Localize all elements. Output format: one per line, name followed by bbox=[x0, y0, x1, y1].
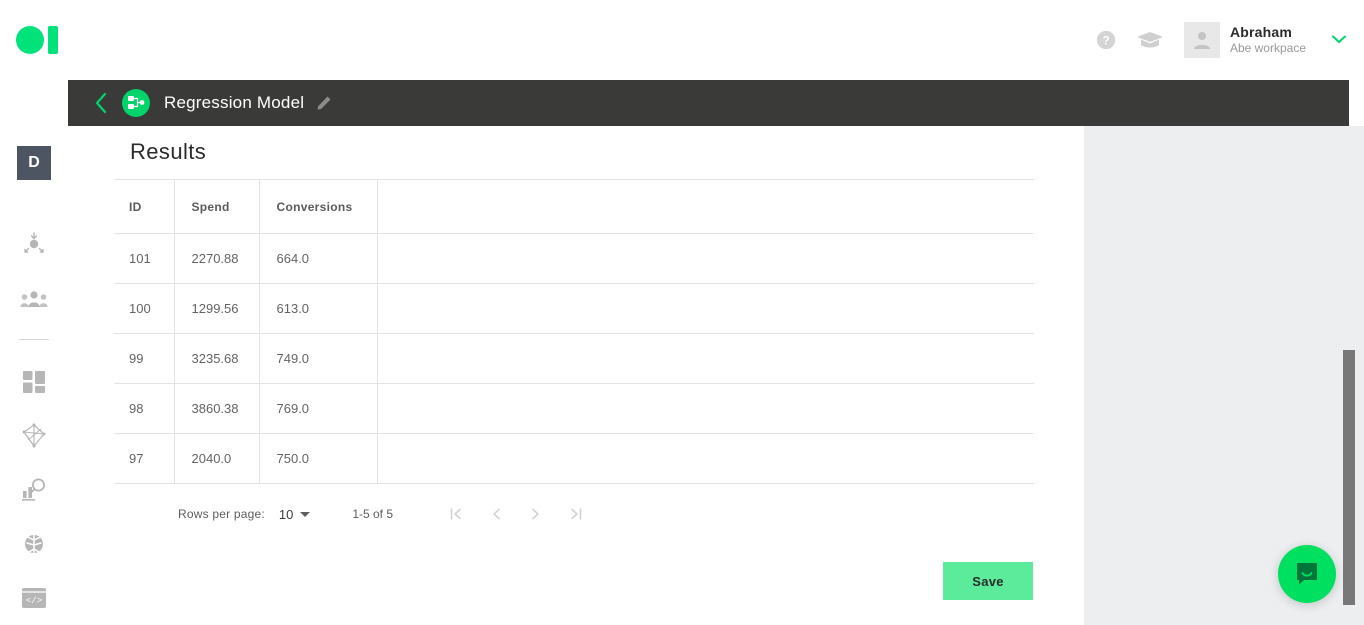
sidebar-item-ai-models[interactable] bbox=[15, 527, 53, 565]
cell-spend: 2040.0 bbox=[174, 433, 260, 484]
first-page-icon[interactable] bbox=[443, 501, 469, 527]
help-circle-icon[interactable]: ? bbox=[1084, 18, 1128, 62]
pagination-range: 1-5 of 5 bbox=[352, 507, 394, 521]
column-header-empty bbox=[377, 179, 1034, 234]
intercom-chat-icon[interactable] bbox=[1278, 545, 1336, 603]
cell-empty bbox=[377, 283, 1034, 334]
rows-per-page-select[interactable]: 10 bbox=[278, 506, 311, 522]
flow-diagram-icon bbox=[122, 89, 150, 117]
table-row[interactable]: 99 3235.68 749.0 bbox=[114, 333, 1034, 384]
cell-conversions: 664.0 bbox=[259, 233, 378, 284]
data-source-import-icon bbox=[21, 231, 47, 263]
main-content: Results ID Spend Conversions 101 2270.88… bbox=[68, 126, 1084, 625]
cell-conversions: 769.0 bbox=[259, 383, 378, 434]
logo-circle bbox=[16, 26, 44, 54]
sidebar-rail: D </> bbox=[0, 80, 68, 625]
svg-text:?: ? bbox=[1102, 34, 1109, 48]
rows-per-page-value: 10 bbox=[278, 506, 294, 522]
cell-id: 100 bbox=[114, 283, 175, 334]
chevron-down-icon[interactable] bbox=[1332, 31, 1346, 49]
cell-spend: 2270.88 bbox=[174, 233, 260, 284]
cell-id: 98 bbox=[114, 383, 175, 434]
table-header-row: ID Spend Conversions bbox=[114, 179, 1034, 234]
cell-conversions: 749.0 bbox=[259, 333, 378, 384]
table-row[interactable]: 100 1299.56 613.0 bbox=[114, 283, 1034, 334]
next-page-icon[interactable] bbox=[523, 501, 549, 527]
sidebar-item-graph[interactable] bbox=[15, 419, 53, 457]
table-row[interactable]: 98 3860.38 769.0 bbox=[114, 383, 1034, 434]
chart-insights-search-icon bbox=[21, 477, 47, 508]
user-name: Abraham bbox=[1229, 23, 1293, 40]
column-header-conversions[interactable]: Conversions bbox=[259, 179, 378, 234]
audience-people-icon bbox=[20, 289, 48, 314]
user-info: Abraham Abe workpace bbox=[1230, 24, 1306, 57]
table-row[interactable]: 101 2270.88 664.0 bbox=[114, 233, 1034, 284]
chevron-left-icon[interactable] bbox=[94, 92, 108, 114]
last-page-icon[interactable] bbox=[563, 501, 589, 527]
logo-mark[interactable] bbox=[16, 26, 58, 54]
previous-page-icon[interactable] bbox=[483, 501, 509, 527]
column-header-id[interactable]: ID bbox=[114, 179, 175, 234]
user-workspace: Abe workpace bbox=[1229, 41, 1306, 56]
user-menu[interactable]: Abraham Abe workpace bbox=[1183, 22, 1364, 58]
results-heading: Results bbox=[130, 139, 207, 164]
rows-per-page-label: Rows per page: bbox=[178, 507, 265, 521]
table-pagination: Rows per page: 10 1-5 of 5 bbox=[178, 501, 589, 527]
cell-id: 99 bbox=[114, 333, 175, 384]
right-side-panel bbox=[1084, 126, 1364, 625]
cell-spend: 3860.38 bbox=[174, 383, 260, 434]
table-body: 101 2270.88 664.0 100 1299.56 613.0 99 3… bbox=[114, 233, 1034, 484]
table-row[interactable]: 97 2040.0 750.0 bbox=[114, 433, 1034, 484]
sidebar-divider bbox=[19, 339, 49, 340]
sidebar-item-workspace-badge[interactable]: D bbox=[17, 146, 51, 180]
flow-title-bar: Regression Model bbox=[68, 80, 1349, 126]
graduation-cap-icon[interactable] bbox=[1128, 18, 1172, 62]
cell-empty bbox=[377, 383, 1034, 434]
avatar bbox=[1183, 22, 1220, 58]
sidebar-item-audiences[interactable] bbox=[15, 282, 53, 320]
cell-empty bbox=[377, 233, 1034, 284]
save-button[interactable]: Save bbox=[943, 562, 1033, 600]
cell-empty bbox=[377, 433, 1034, 484]
cell-id: 97 bbox=[114, 433, 175, 484]
app-root: ? Abraham Abe workpace D </> Regression … bbox=[0, 0, 1364, 625]
svg-text:</>: </> bbox=[26, 596, 42, 606]
cell-conversions: 750.0 bbox=[259, 433, 378, 484]
cell-spend: 1299.56 bbox=[174, 283, 260, 334]
cell-empty bbox=[377, 333, 1034, 384]
sidebar-item-data-sources[interactable] bbox=[15, 228, 53, 266]
pencil-edit-icon[interactable] bbox=[316, 95, 332, 111]
column-header-spend[interactable]: Spend bbox=[174, 179, 260, 234]
top-bar: ? Abraham Abe workpace bbox=[0, 0, 1364, 80]
brain-ai-icon bbox=[22, 532, 46, 561]
table-head: ID Spend Conversions bbox=[114, 179, 1034, 234]
top-bar-actions: ? Abraham Abe workpace bbox=[1084, 0, 1364, 80]
cell-spend: 3235.68 bbox=[174, 333, 260, 384]
chevron-down-icon bbox=[300, 511, 311, 517]
network-graph-icon bbox=[21, 423, 47, 454]
code-window-icon: </> bbox=[21, 587, 47, 614]
sidebar-item-code[interactable]: </> bbox=[15, 581, 53, 619]
results-table: ID Spend Conversions 101 2270.88 664.0 1… bbox=[114, 179, 1034, 484]
vertical-scrollbar[interactable] bbox=[1343, 350, 1355, 605]
cell-id: 101 bbox=[114, 233, 175, 284]
logo-bar bbox=[48, 26, 58, 54]
sidebar-item-insights[interactable] bbox=[15, 473, 53, 511]
page-title: Regression Model bbox=[164, 93, 305, 112]
pagination-buttons bbox=[443, 501, 589, 527]
dashboard-grid-icon bbox=[22, 370, 46, 399]
cell-conversions: 613.0 bbox=[259, 283, 378, 334]
sidebar-item-dashboards[interactable] bbox=[15, 365, 53, 403]
